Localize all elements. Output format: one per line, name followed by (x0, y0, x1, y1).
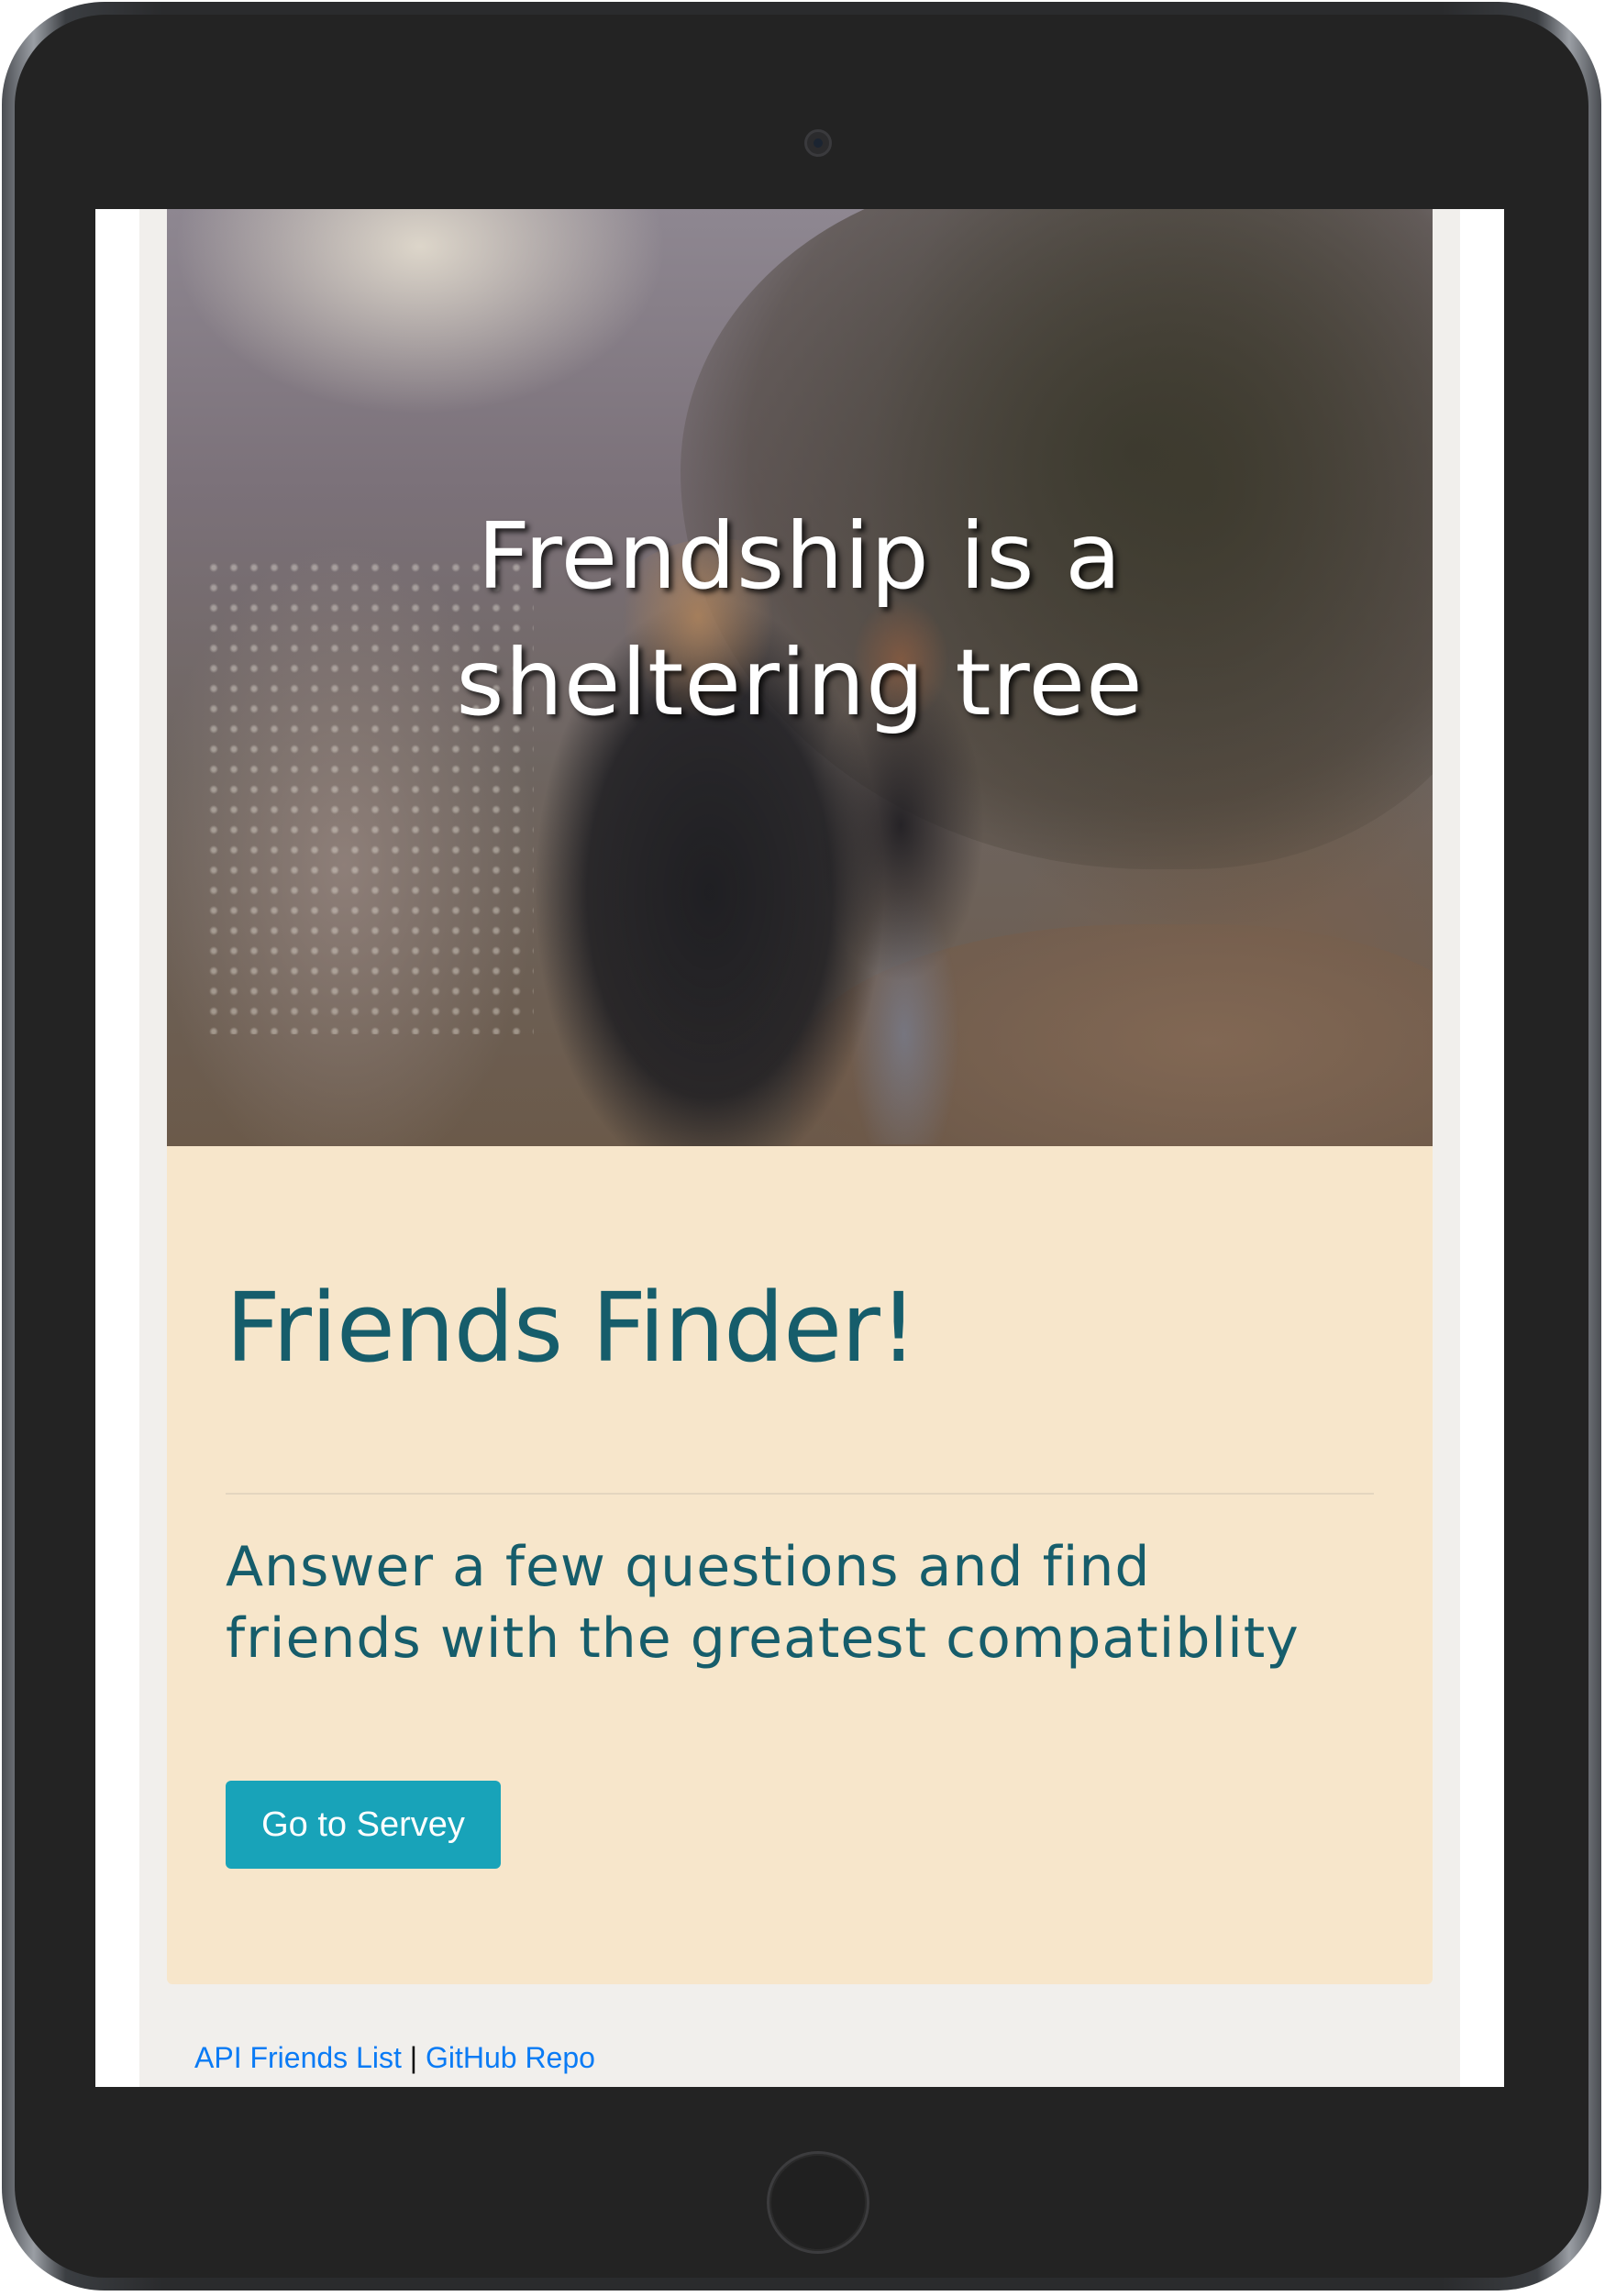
page-container: Frendship is a sheltering tree Friends Fi… (139, 209, 1460, 2087)
go-to-survey-button[interactable]: Go to Servey (226, 1781, 501, 1869)
api-friends-list-link[interactable]: API Friends List (194, 2041, 402, 2074)
footer: API Friends List | GitHub Repo (194, 2039, 595, 2076)
page-title: Friends Finder! (226, 1272, 918, 1384)
github-repo-link[interactable]: GitHub Repo (426, 2041, 595, 2074)
divider (226, 1493, 1374, 1495)
footer-separator: | (409, 2041, 418, 2074)
hero-title-line2: sheltering tree (456, 629, 1144, 736)
lead-text: Answer a few questions and find friends w… (226, 1531, 1381, 1674)
hero-title-line1: Frendship is a (477, 502, 1123, 610)
camera-icon (804, 129, 832, 157)
home-button[interactable] (767, 2151, 869, 2254)
hero-title: Frendship is a sheltering tree (167, 493, 1433, 746)
lead-text-line2: friends with the greatest compatiblity (226, 1606, 1300, 1671)
lead-text-line1: Answer a few questions and find (226, 1535, 1151, 1599)
tablet-screen: Frendship is a sheltering tree Friends Fi… (95, 209, 1504, 2087)
hero-image: Frendship is a sheltering tree (167, 209, 1433, 1146)
jumbotron: Friends Finder! Answer a few questions a… (167, 1146, 1433, 1984)
